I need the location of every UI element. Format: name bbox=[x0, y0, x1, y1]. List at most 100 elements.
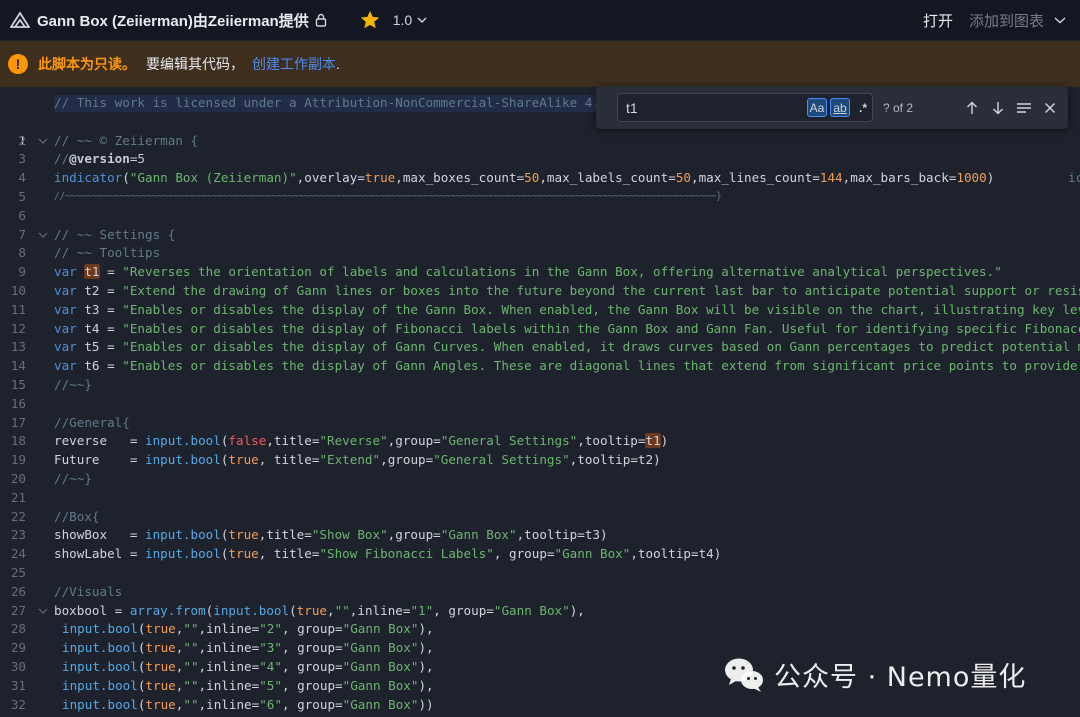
exclamation-icon: ! bbox=[8, 54, 28, 74]
code-text: = bbox=[99, 320, 123, 336]
next-match-button[interactable] bbox=[985, 95, 1011, 121]
match-count: ? of 2 bbox=[883, 100, 914, 115]
add-to-chart-chevron-icon[interactable] bbox=[1054, 14, 1066, 26]
code-text: indicator bbox=[54, 170, 123, 186]
code-text: input.bool bbox=[62, 621, 138, 637]
code-line: 4 //@version=5 bbox=[0, 150, 1080, 185]
close-icon bbox=[1044, 102, 1056, 113]
code-text: = bbox=[99, 358, 123, 374]
code-line: 7 bbox=[0, 207, 1080, 242]
code-text: input.bool bbox=[145, 527, 221, 543]
code-text: input.bool bbox=[62, 677, 138, 693]
wechat-watermark: 公众号 · Nemo量化 bbox=[722, 650, 1026, 698]
create-working-copy-link[interactable]: 创建工作副本 bbox=[252, 54, 336, 74]
code-text: ) bbox=[660, 433, 669, 449]
version-select[interactable]: 1.0 bbox=[393, 12, 412, 28]
code-line: 6 //~~~~~~~~~~~~~~~~~~~~~~~~~~~~~~~~~~~~… bbox=[0, 188, 1080, 223]
arrow-up-icon bbox=[967, 101, 977, 114]
code-text: , group= bbox=[281, 696, 343, 712]
code-text: ,max_bars_back= bbox=[842, 170, 957, 186]
code-text: "Gann Box" bbox=[342, 659, 419, 674]
code-text: t2 bbox=[84, 283, 100, 298]
find-input[interactable] bbox=[626, 99, 807, 116]
code-text: ,max_lines_count= bbox=[690, 170, 820, 186]
code-text: ), bbox=[418, 659, 434, 674]
code-line: 27 //Visuals bbox=[0, 583, 1080, 618]
code-line: 10 var t1 = "Reverses the orientation of… bbox=[0, 263, 1080, 298]
find-input-wrapper[interactable]: Aa ab .* bbox=[617, 93, 873, 122]
code-text: true bbox=[228, 546, 259, 562]
code-text: 1000 bbox=[956, 170, 987, 186]
code-text: , bbox=[327, 602, 335, 618]
code-text: showLabel = bbox=[54, 546, 145, 562]
code-text: "Reverse" bbox=[319, 433, 388, 449]
code-line: 17 bbox=[0, 395, 1080, 430]
match-case-toggle[interactable]: Aa bbox=[807, 98, 827, 117]
code-text: "" bbox=[183, 677, 199, 693]
previous-match-button[interactable] bbox=[959, 95, 985, 121]
open-button[interactable]: 打开 bbox=[923, 10, 953, 31]
code-text: "" bbox=[183, 659, 199, 674]
regex-toggle[interactable]: .* bbox=[853, 98, 873, 117]
code-text: showBox = bbox=[54, 527, 145, 543]
close-find-button[interactable] bbox=[1037, 95, 1063, 121]
code-line: 16 //~~} bbox=[0, 376, 1080, 411]
code-text: ( bbox=[122, 170, 130, 186]
code-text: var bbox=[54, 283, 77, 298]
code-text: true bbox=[228, 527, 259, 543]
code-text: ,inline= bbox=[198, 677, 260, 693]
code-text: , group= bbox=[281, 621, 343, 637]
search-match: t1 bbox=[645, 433, 661, 449]
code-text: var bbox=[54, 320, 77, 336]
chevron-down-icon[interactable] bbox=[417, 15, 427, 25]
code-text: "General Settings" bbox=[433, 452, 570, 468]
code-text: 50 bbox=[524, 170, 540, 186]
code-text: "Gann Box" bbox=[554, 546, 631, 562]
code-text: ,inline= bbox=[198, 659, 260, 674]
code-text: , group= bbox=[493, 546, 555, 562]
code-text: ,max_labels_count= bbox=[539, 170, 676, 186]
top-bar: Gann Box (Zeiierman)由Zeiierman提供 1.0 打开 … bbox=[0, 0, 1080, 40]
code-line: 23 //Box{ bbox=[0, 508, 1080, 543]
code-text: t6 bbox=[84, 358, 100, 374]
code-text: , group= bbox=[433, 602, 494, 618]
selection-lines-icon bbox=[1017, 102, 1031, 113]
code-text: var bbox=[54, 358, 77, 374]
code-text: ,inline= bbox=[349, 602, 411, 618]
whole-word-toggle[interactable]: ab bbox=[830, 98, 850, 117]
code-text: "Enables or disables the display of Gann… bbox=[122, 358, 1080, 374]
code-text: "" bbox=[183, 640, 199, 656]
code-text: t5 bbox=[84, 339, 100, 355]
search-match: t1 bbox=[84, 264, 100, 280]
code-text: )) bbox=[418, 696, 434, 712]
fold-chevron-icon[interactable] bbox=[38, 226, 48, 245]
code-text: ,inline= bbox=[198, 621, 260, 637]
code-text: ,group= bbox=[380, 452, 434, 468]
code-text: "" bbox=[183, 696, 199, 712]
code-text: "6" bbox=[259, 696, 282, 712]
add-to-chart-button[interactable]: 添加到图表 bbox=[969, 10, 1044, 31]
code-line: 19 reverse = input.bool(false,title="Rev… bbox=[0, 432, 1080, 467]
code-text: = bbox=[99, 301, 123, 317]
code-line: 29 input.bool(true,"",inline="2", group=… bbox=[0, 620, 1080, 655]
warning-period: . bbox=[336, 56, 340, 72]
code-text: , title= bbox=[258, 452, 320, 468]
code-text: "Show Fibonacci Labels" bbox=[319, 546, 494, 562]
code-text: "3" bbox=[259, 640, 282, 656]
code-text: true bbox=[145, 621, 176, 637]
code-text: , group= bbox=[281, 677, 343, 693]
code-text: ,title= bbox=[258, 527, 312, 543]
code-editor[interactable]: 1 // This work is licensed under a Attri… bbox=[0, 88, 1080, 717]
code-line: 33 input.bool(true,"",inline="6", group=… bbox=[0, 696, 1080, 717]
code-text: input.bool bbox=[62, 659, 138, 674]
code-text: true bbox=[228, 452, 259, 468]
code-text: ,tooltip= bbox=[577, 433, 646, 449]
fold-chevron-icon[interactable] bbox=[38, 602, 48, 621]
code-text: "Enables or disables the display of the … bbox=[122, 301, 1080, 317]
mountain-logo-icon bbox=[10, 10, 30, 30]
version-annotation: @version bbox=[69, 151, 130, 167]
code-text: "Gann Box" bbox=[342, 640, 419, 656]
fold-chevron-icon[interactable] bbox=[38, 132, 48, 151]
find-in-selection-button[interactable] bbox=[1011, 95, 1037, 121]
favorite-star-icon[interactable] bbox=[359, 9, 381, 31]
